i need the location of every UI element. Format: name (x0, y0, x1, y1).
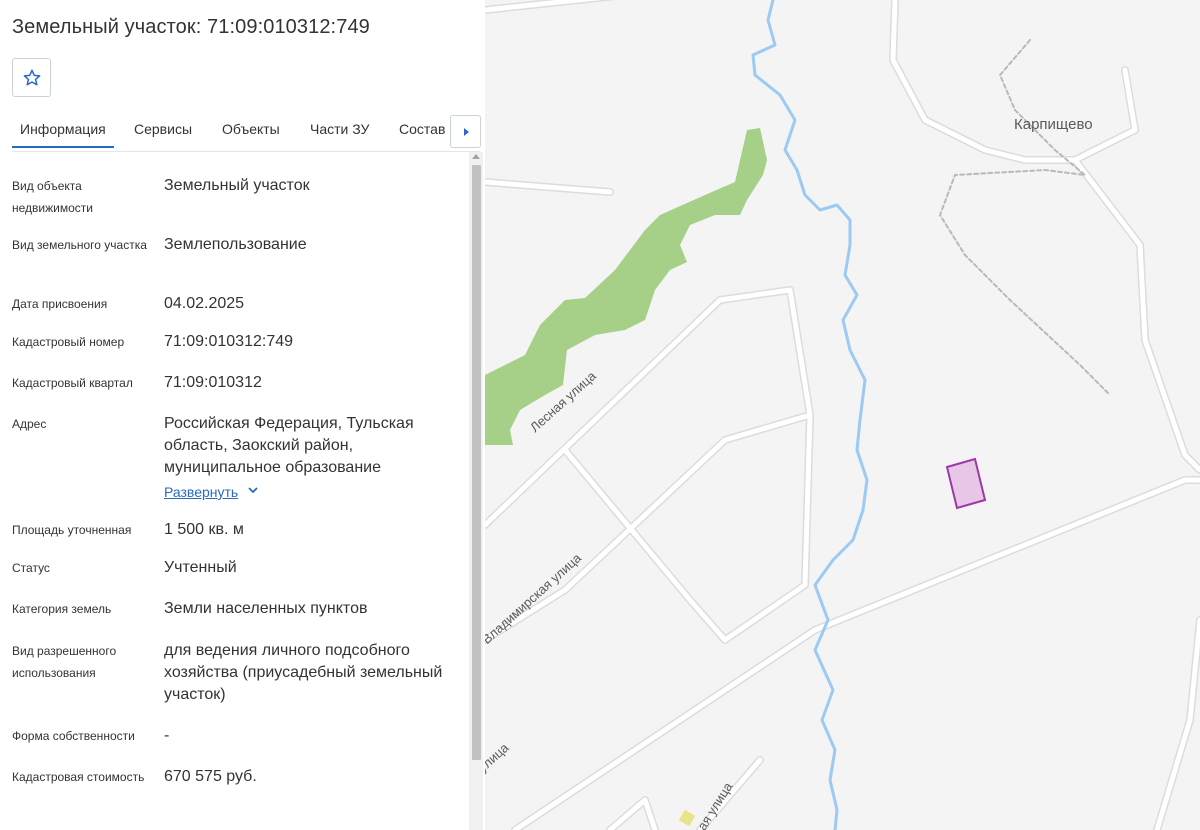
row-value: 71:09:010312:749 (164, 333, 294, 350)
map-view[interactable]: Карпищево Лесная улица Владимирская улиц… (485, 0, 1200, 830)
tab-objects[interactable]: Объекты (222, 121, 280, 137)
tab-composition[interactable]: Состав (399, 121, 445, 137)
row-label: Статус (12, 561, 50, 575)
scroll-up-arrow-icon[interactable] (472, 154, 480, 159)
row-value: Учтенный (164, 559, 237, 576)
row-label: Форма собственности (12, 729, 135, 743)
row-label: Дата присвоения (12, 297, 108, 311)
row-label: Вид земельного участка (12, 238, 147, 252)
row-label: Кадастровый квартал (12, 376, 133, 390)
chevron-down-icon[interactable] (248, 483, 258, 497)
scrollbar-thumb[interactable] (472, 165, 481, 760)
row-label: Адрес (12, 417, 47, 431)
row-value: 71:09:010312 (164, 374, 262, 391)
row-value: - (164, 727, 170, 744)
row-value: Землепользование (164, 236, 307, 253)
row-label: Вид разрешенного использования (12, 644, 117, 680)
row-label: Категория земель (12, 602, 112, 616)
favorite-button[interactable] (12, 58, 51, 97)
triangle-right-icon (463, 127, 469, 136)
star-outline-icon (23, 69, 40, 85)
village-label: Карпищево (1014, 116, 1093, 133)
row-value: 1 500 кв. м (164, 521, 244, 538)
row-value: Земельный участок (164, 177, 310, 194)
row-label: Кадастровый номер (12, 335, 125, 349)
row-value: 04.02.2025 (164, 295, 245, 312)
row-value: Земли населенных пунктов (164, 600, 368, 617)
row-label: Площадь уточненная (12, 523, 132, 537)
forest-area (485, 128, 767, 445)
expand-address-link[interactable]: Развернуть (164, 484, 238, 500)
selected-parcel[interactable] (945, 457, 987, 510)
row-value: Российская Федерация, Тульская область, … (164, 415, 414, 476)
tabs-next-button[interactable] (450, 115, 481, 148)
row-value: 670 575 руб. (164, 768, 257, 785)
info-panel: Земельный участок: 71:09:010312:749 Инфо… (0, 0, 485, 830)
row-value: для ведения личного подсобного хозяйства… (164, 642, 443, 703)
map-canvas[interactable] (485, 0, 1200, 830)
page-title: Земельный участок: 71:09:010312:749 (12, 16, 370, 38)
row-label: Кадастровая стоимость (12, 770, 145, 784)
tab-services[interactable]: Сервисы (134, 121, 192, 137)
tab-bar: Информация Сервисы Объекты Части ЗУ Сост… (12, 115, 481, 152)
tab-parts[interactable]: Части ЗУ (310, 121, 369, 137)
row-label: Вид объекта недвижимости (12, 179, 93, 215)
building-marker (678, 809, 696, 827)
tab-information[interactable]: Информация (12, 121, 114, 148)
